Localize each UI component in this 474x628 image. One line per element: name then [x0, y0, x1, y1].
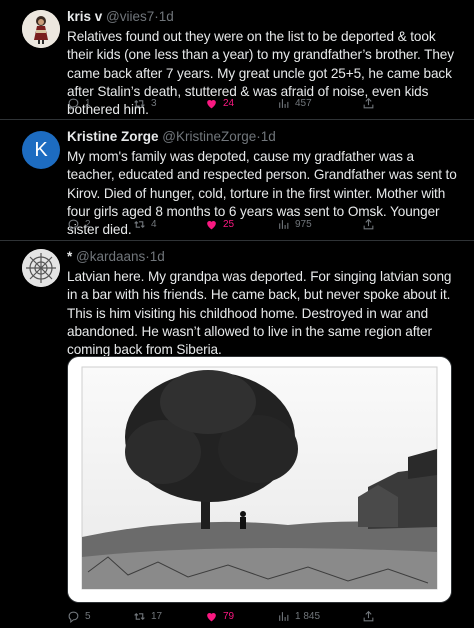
share-button[interactable] — [362, 97, 380, 110]
timestamp[interactable]: 1d — [159, 9, 174, 24]
author-handle[interactable]: @kardaans — [76, 249, 145, 264]
tweet-actions: 1 3 24 457 — [67, 93, 454, 113]
retweet-count: 17 — [151, 610, 163, 622]
like-button[interactable]: 79 — [205, 610, 277, 623]
views-count: 457 — [295, 97, 312, 109]
avatar-snowflake-image — [22, 249, 60, 287]
views-count: 975 — [295, 218, 312, 230]
views-button[interactable]: 1 845 — [277, 610, 347, 623]
avatar[interactable]: K — [22, 131, 60, 169]
avatar[interactable] — [22, 249, 60, 287]
tweet-actions: 5 17 79 1 845 — [67, 606, 454, 626]
author-handle[interactable]: @KristineZorge — [162, 129, 256, 144]
tree-photo-image — [68, 357, 451, 602]
tweet[interactable]: * @kardaans·1d Latvian here. My grandpa … — [0, 241, 474, 628]
like-count: 25 — [223, 218, 235, 230]
views-chart-icon — [279, 98, 289, 108]
author-name[interactable]: * — [67, 249, 72, 264]
avatar[interactable] — [22, 10, 60, 48]
views-button[interactable]: 457 — [277, 97, 347, 110]
tweet-photo[interactable] — [67, 356, 452, 603]
timeline: kris v @viies7·1d Relatives found out th… — [0, 0, 474, 628]
like-button[interactable]: 24 — [205, 97, 277, 110]
reply-icon — [68, 219, 79, 231]
timestamp[interactable]: 1d — [150, 249, 165, 264]
views-chart-icon — [279, 611, 289, 621]
avatar-doll-image — [22, 10, 60, 48]
timestamp[interactable]: 1d — [261, 129, 276, 144]
share-button[interactable] — [362, 610, 380, 623]
tweet-header: * @kardaans·1d — [67, 248, 460, 266]
tweet-text: Latvian here. My grandpa was deported. F… — [67, 269, 452, 358]
views-button[interactable]: 975 — [277, 218, 347, 231]
retweet-button[interactable]: 3 — [133, 97, 205, 110]
author-name[interactable]: kris v — [67, 9, 102, 24]
heart-icon — [207, 612, 216, 621]
reply-icon — [68, 611, 79, 623]
share-icon — [363, 97, 374, 108]
retweet-count: 3 — [151, 97, 157, 109]
tweet[interactable]: kris v @viies7·1d Relatives found out th… — [0, 0, 474, 120]
reply-count: 5 — [85, 610, 91, 622]
tweet-content: * @kardaans·1d Latvian here. My grandpa … — [67, 248, 460, 359]
retweet-icon — [134, 99, 145, 107]
reply-button[interactable]: 1 — [67, 97, 133, 110]
reply-icon — [68, 98, 79, 110]
tweet-actions: 2 4 25 975 — [67, 214, 454, 234]
heart-icon — [207, 99, 216, 108]
views-chart-icon — [279, 219, 289, 229]
retweet-icon — [134, 220, 145, 228]
reply-count: 1 — [85, 97, 91, 109]
share-icon — [363, 610, 374, 621]
heart-icon — [207, 220, 216, 229]
author-name[interactable]: Kristine Zorge — [67, 129, 159, 144]
share-button[interactable] — [362, 218, 380, 231]
tweet[interactable]: K Kristine Zorge @KristineZorge·1d My mo… — [0, 120, 474, 241]
retweet-button[interactable]: 4 — [133, 218, 205, 231]
reply-button[interactable]: 5 — [67, 610, 133, 623]
like-count: 79 — [223, 610, 235, 622]
views-count: 1 845 — [295, 610, 321, 622]
share-icon — [363, 218, 374, 229]
tweet-header: Kristine Zorge @KristineZorge·1d — [67, 128, 460, 146]
like-button[interactable]: 25 — [205, 218, 277, 231]
avatar-letter: K — [34, 138, 48, 161]
tweet-header: kris v @viies7·1d — [67, 8, 460, 26]
retweet-icon — [134, 612, 145, 620]
retweet-count: 4 — [151, 218, 157, 230]
reply-button[interactable]: 2 — [67, 218, 133, 231]
reply-count: 2 — [85, 218, 91, 230]
retweet-button[interactable]: 17 — [133, 610, 205, 623]
author-handle[interactable]: @viies7 — [106, 9, 154, 24]
like-count: 24 — [223, 97, 235, 109]
